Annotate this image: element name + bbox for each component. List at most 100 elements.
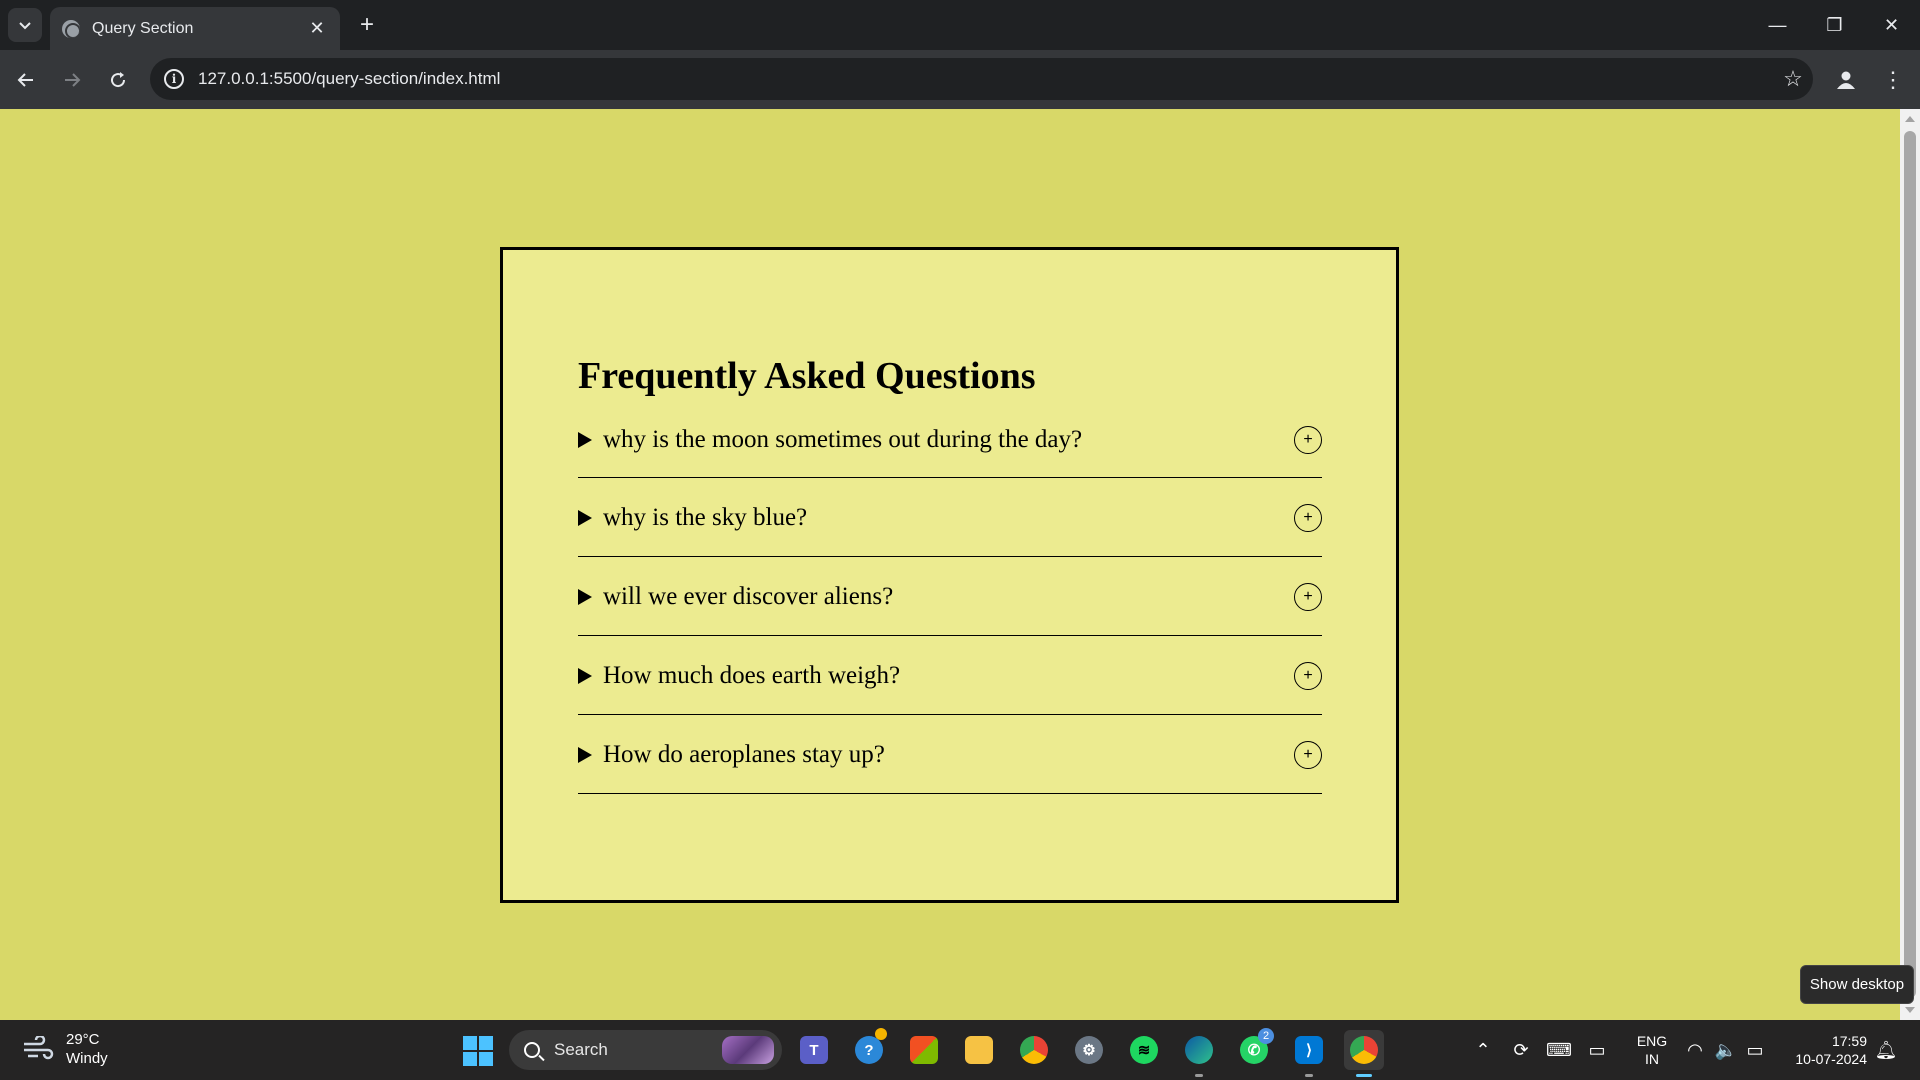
clock[interactable]: 17:59 10-07-2024: [1785, 1032, 1867, 1068]
clock-time: 17:59: [1831, 1033, 1867, 1049]
faq-question[interactable]: why is the sky blue?: [603, 504, 1294, 532]
url-text[interactable]: 127.0.0.1:5500/query-section/index.html: [198, 69, 1773, 89]
restore-button[interactable]: ❐: [1806, 0, 1863, 50]
spotify-app[interactable]: ≋: [1124, 1030, 1164, 1070]
wifi-icon[interactable]: ◠: [1678, 1040, 1712, 1061]
vscode-app[interactable]: ⟩: [1289, 1030, 1329, 1077]
settings-app[interactable]: ⚙: [1069, 1030, 1109, 1070]
browser-tab-bar: Query Section ✕ + — ❐ ✕: [0, 0, 1920, 50]
back-button[interactable]: [10, 64, 42, 96]
browser-toolbar: i 127.0.0.1:5500/query-section/index.htm…: [0, 50, 1920, 109]
scroll-thumb[interactable]: [1904, 131, 1916, 998]
disclosure-triangle-icon[interactable]: [578, 589, 592, 605]
chevron-down-icon: [19, 22, 31, 30]
scroll-up-arrow-icon[interactable]: [1905, 116, 1915, 122]
faq-question[interactable]: will we ever discover aliens?: [603, 583, 1294, 611]
reload-button[interactable]: [102, 64, 134, 96]
chrome-app[interactable]: [1014, 1030, 1054, 1070]
vscode-icon: ⟩: [1295, 1036, 1323, 1064]
scroll-down-arrow-icon[interactable]: [1905, 1007, 1915, 1013]
back-arrow-icon: [17, 73, 33, 87]
folder-icon: [965, 1036, 993, 1064]
site-info-icon[interactable]: i: [164, 69, 184, 89]
language-indicator[interactable]: ENG IN: [1635, 1032, 1669, 1068]
new-tab-button[interactable]: +: [352, 10, 382, 40]
bookmark-star-icon[interactable]: ☆: [1773, 66, 1813, 92]
weather-temp: 29°C: [66, 1031, 100, 1048]
edge-app[interactable]: [1179, 1030, 1219, 1077]
status-tray: ◠ 🔈 ▭: [1678, 1020, 1770, 1080]
window-controls: — ❐ ✕: [1749, 0, 1920, 50]
faq-question[interactable]: How do aeroplanes stay up?: [603, 741, 1294, 769]
display-icon[interactable]: ▭: [1578, 1040, 1616, 1061]
file-explorer-app[interactable]: [959, 1030, 999, 1070]
page-scrollbar[interactable]: [1900, 109, 1920, 1020]
forward-button[interactable]: [56, 64, 88, 96]
notification-dot: [875, 1028, 887, 1040]
battery-icon[interactable]: ▭: [1740, 1040, 1770, 1061]
faq-item[interactable]: will we ever discover aliens? +: [578, 557, 1322, 636]
faq-heading: Frequently Asked Questions: [578, 355, 1036, 397]
forward-arrow-icon: [65, 73, 81, 87]
spotify-icon: ≋: [1130, 1036, 1158, 1064]
gear-icon: ⚙: [1075, 1036, 1103, 1064]
globe-icon: [62, 19, 80, 38]
faq-question[interactable]: why is the moon sometimes out during the…: [603, 426, 1294, 454]
taskbar: 29°C Windy Search T ? ⚙ ≋ ✆ 2 ⟩ ⌃ ⟳ ⌨ ▭ E…: [0, 1020, 1920, 1080]
disclosure-triangle-icon[interactable]: [578, 668, 592, 684]
keyboard-icon[interactable]: ⌨: [1540, 1040, 1578, 1061]
chevron-up-icon[interactable]: ⌃: [1464, 1040, 1502, 1061]
browser-tab[interactable]: Query Section ✕: [50, 7, 340, 50]
chrome-icon: [1350, 1036, 1378, 1064]
expand-plus-button[interactable]: +: [1294, 583, 1322, 611]
kebab-menu-icon: ⋮: [1882, 67, 1904, 92]
volume-icon[interactable]: 🔈: [1712, 1040, 1740, 1061]
disclosure-triangle-icon[interactable]: [578, 510, 592, 526]
faq-list: why is the moon sometimes out during the…: [578, 420, 1322, 794]
teams-app[interactable]: T: [794, 1030, 834, 1070]
faq-item[interactable]: why is the sky blue? +: [578, 478, 1322, 557]
faq-item[interactable]: why is the moon sometimes out during the…: [578, 420, 1322, 478]
store-app[interactable]: [904, 1030, 944, 1070]
expand-plus-button[interactable]: +: [1294, 662, 1322, 690]
search-icon: [524, 1042, 540, 1058]
help-app[interactable]: ?: [849, 1028, 889, 1070]
taskbar-search[interactable]: Search: [509, 1030, 782, 1070]
region-code: IN: [1645, 1051, 1659, 1067]
address-bar[interactable]: i 127.0.0.1:5500/query-section/index.htm…: [150, 58, 1813, 100]
expand-plus-button[interactable]: +: [1294, 425, 1322, 454]
sync-icon[interactable]: ⟳: [1502, 1040, 1540, 1061]
tab-search-button[interactable]: [8, 8, 42, 42]
expand-plus-button[interactable]: +: [1294, 741, 1322, 769]
faq-question[interactable]: How much does earth weigh?: [603, 662, 1294, 690]
taskbar-search-label: Search: [554, 1040, 608, 1059]
reload-icon: [111, 72, 126, 88]
close-window-button[interactable]: ✕: [1863, 0, 1920, 50]
tab-title: Query Section: [92, 19, 194, 37]
faq-item[interactable]: How much does earth weigh? +: [578, 636, 1322, 715]
weather-desc: Windy: [66, 1050, 108, 1067]
wind-icon: [24, 1036, 54, 1060]
chrome-active-app[interactable]: [1344, 1030, 1384, 1077]
notification-area: 🔔︎: [1872, 1020, 1900, 1080]
weather-widget[interactable]: 29°C Windy: [22, 1030, 108, 1068]
page-viewport: Frequently Asked Questions why is the mo…: [0, 109, 1900, 1020]
help-icon: ?: [855, 1036, 883, 1064]
browser-menu-button[interactable]: ⋮: [1878, 64, 1908, 96]
minimize-button[interactable]: —: [1749, 0, 1806, 50]
disclosure-triangle-icon[interactable]: [578, 747, 592, 763]
search-highlight-image: [722, 1036, 774, 1064]
faq-item[interactable]: How do aeroplanes stay up? +: [578, 715, 1322, 794]
system-tray: ⌃ ⟳ ⌨ ▭: [1464, 1020, 1616, 1080]
profile-button[interactable]: [1830, 64, 1862, 96]
windows-start-icon[interactable]: [463, 1036, 493, 1066]
bell-icon[interactable]: 🔔︎: [1872, 1040, 1900, 1061]
teams-icon: T: [800, 1036, 828, 1064]
show-desktop-tooltip: Show desktop: [1800, 965, 1914, 1004]
store-icon: [910, 1036, 938, 1064]
disclosure-triangle-icon[interactable]: [578, 431, 592, 448]
expand-plus-button[interactable]: +: [1294, 504, 1322, 532]
close-tab-icon[interactable]: ✕: [306, 18, 328, 39]
faq-card: Frequently Asked Questions why is the mo…: [500, 247, 1399, 903]
whatsapp-app[interactable]: ✆ 2: [1234, 1028, 1274, 1070]
